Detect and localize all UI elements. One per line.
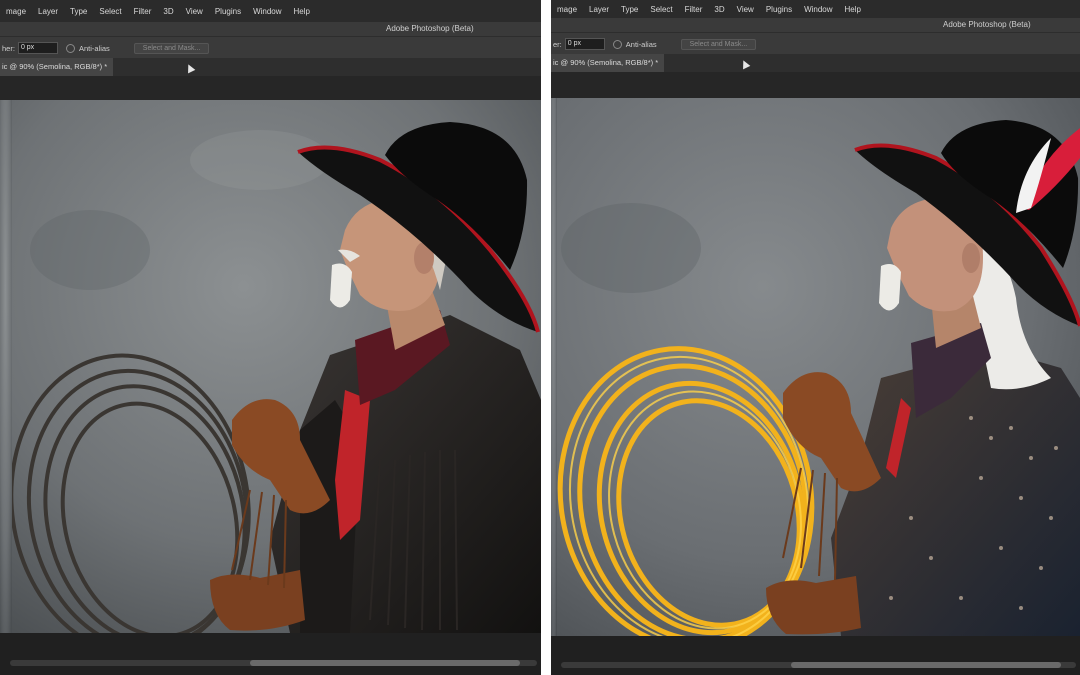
- right-photoshop-window: mage Layer Type Select Filter 3D View Pl…: [551, 0, 1080, 675]
- document-tab-bar: ic @ 90% (Semolina, RGB/8*) *: [551, 54, 1080, 72]
- menu-view[interactable]: View: [180, 7, 209, 16]
- feather-input[interactable]: 0 px: [17, 42, 58, 54]
- feather-label: er:: [553, 39, 562, 49]
- cowboy-original-photo: [0, 100, 541, 633]
- scrollbar-thumb[interactable]: [250, 660, 520, 666]
- split-divider: [541, 0, 551, 675]
- menu-3d[interactable]: 3D: [708, 5, 730, 14]
- horizontal-scrollbar[interactable]: [561, 662, 1076, 668]
- title-bar: Adobe Photoshop (Beta): [551, 18, 1080, 32]
- anti-alias-label: Anti-alias: [625, 39, 657, 49]
- menu-window[interactable]: Window: [247, 7, 287, 16]
- anti-alias-checkbox[interactable]: [65, 43, 75, 53]
- options-bar: her: 0 px Anti-alias Select and Mask...: [0, 36, 541, 59]
- document-tab[interactable]: ic @ 90% (Semolina, RGB/8*) *: [551, 54, 665, 72]
- left-photoshop-window: mage Layer Type Select Filter 3D View Pl…: [0, 0, 541, 675]
- canvas-original-image[interactable]: [0, 100, 541, 633]
- canvas-top-gap: [551, 72, 1080, 96]
- document-tab-bar: ic @ 90% (Semolina, RGB/8*) *: [0, 58, 541, 76]
- feather-input[interactable]: 0 px: [564, 38, 605, 50]
- menu-bar: mage Layer Type Select Filter 3D View Pl…: [551, 0, 1080, 18]
- menu-layer[interactable]: Layer: [32, 7, 64, 16]
- select-and-mask-button[interactable]: Select and Mask...: [680, 38, 757, 50]
- menu-filter[interactable]: Filter: [128, 7, 158, 16]
- menu-bar: mage Layer Type Select Filter 3D View Pl…: [0, 0, 541, 22]
- menu-view[interactable]: View: [731, 5, 760, 14]
- menu-image[interactable]: mage: [551, 5, 583, 14]
- document-tab[interactable]: ic @ 90% (Semolina, RGB/8*) *: [0, 58, 114, 76]
- menu-select[interactable]: Select: [93, 7, 127, 16]
- white-goatee: [879, 264, 901, 311]
- app-title: Adobe Photoshop (Beta): [943, 20, 1031, 29]
- options-bar: er: 0 px Anti-alias Select and Mask...: [551, 32, 1080, 55]
- menu-filter[interactable]: Filter: [679, 5, 709, 14]
- canvas-top-gap: [0, 76, 541, 100]
- select-and-mask-button[interactable]: Select and Mask...: [133, 42, 210, 54]
- anti-alias-checkbox[interactable]: [612, 39, 622, 49]
- status-area: [0, 633, 541, 675]
- title-bar: Adobe Photoshop (Beta): [0, 22, 541, 36]
- scrollbar-thumb[interactable]: [791, 662, 1061, 668]
- horizontal-scrollbar[interactable]: [10, 660, 537, 666]
- feather-label: her:: [2, 43, 15, 53]
- status-area: [551, 636, 1080, 675]
- cowboy-edited-photo: [551, 98, 1080, 636]
- anti-alias-label: Anti-alias: [78, 43, 110, 53]
- glove-lower: [766, 576, 861, 635]
- menu-help[interactable]: Help: [839, 5, 867, 14]
- white-goatee: [330, 263, 352, 308]
- menu-plugins[interactable]: Plugins: [209, 7, 247, 16]
- glove-lower: [210, 570, 305, 631]
- menu-plugins[interactable]: Plugins: [760, 5, 798, 14]
- menu-type[interactable]: Type: [64, 7, 93, 16]
- menu-type[interactable]: Type: [615, 5, 644, 14]
- menu-select[interactable]: Select: [644, 5, 678, 14]
- menu-3d[interactable]: 3D: [157, 7, 179, 16]
- menu-layer[interactable]: Layer: [583, 5, 615, 14]
- menu-image[interactable]: mage: [0, 7, 32, 16]
- app-title: Adobe Photoshop (Beta): [386, 24, 474, 33]
- menu-window[interactable]: Window: [798, 5, 838, 14]
- canvas-edited-image[interactable]: [551, 98, 1080, 636]
- menu-help[interactable]: Help: [288, 7, 316, 16]
